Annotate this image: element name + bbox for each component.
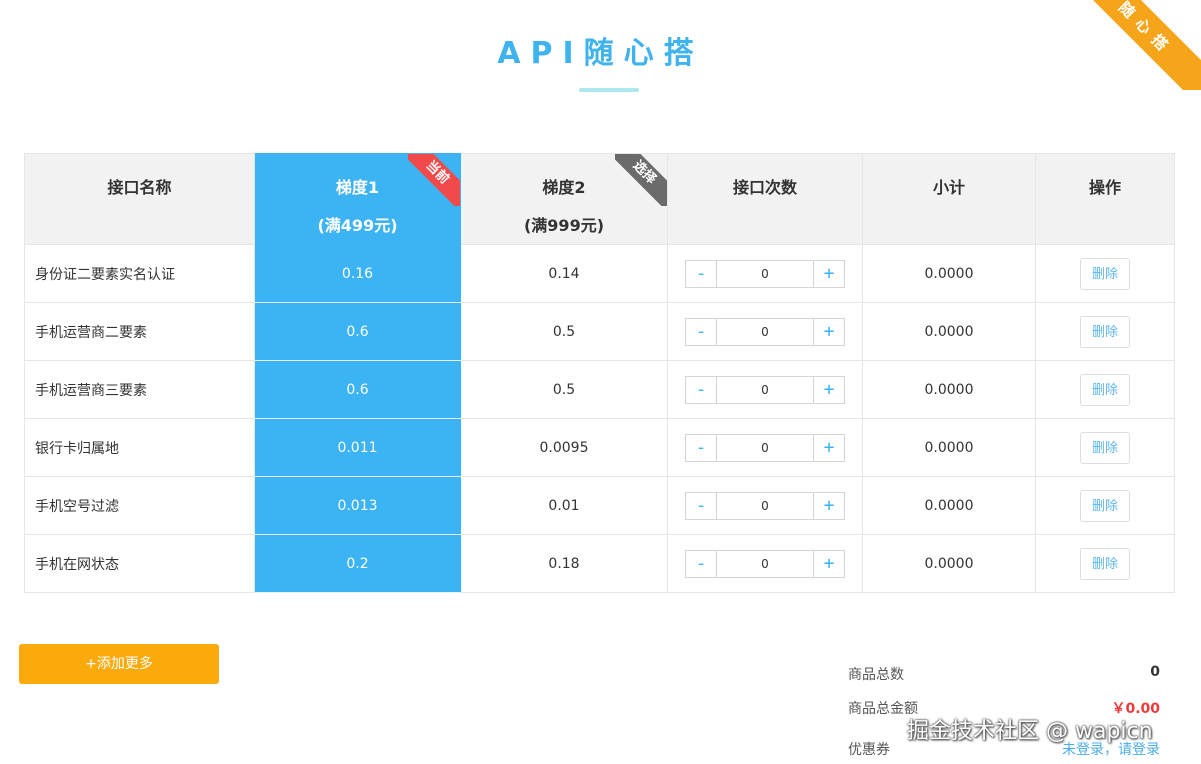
delete-button[interactable]: 删除 [1080,547,1130,580]
api-name: 手机空号过滤 [24,476,255,535]
decrement-button[interactable]: - [686,550,717,577]
quantity-input[interactable] [717,492,813,519]
action-cell: 删除 [1035,360,1175,419]
delete-button[interactable]: 删除 [1080,489,1130,522]
api-name: 银行卡归属地 [24,418,255,477]
subtotal: 0.0000 [862,244,1036,303]
quantity-stepper: - + [685,549,845,578]
col-header-action: 操作 [1035,153,1175,245]
count-cell: - + [667,476,863,535]
corner-ribbon-label: 随心搭 [1091,0,1201,90]
tier2-price: 0.14 [460,244,668,303]
tier2-price: 0.01 [460,476,668,535]
action-cell: 删除 [1035,244,1175,303]
api-pricing-table: 接口名称 梯度1 (满499元) 当前 梯度2 (满999元) 选择 接口次数 … [24,153,1175,593]
api-name: 手机在网状态 [24,534,255,593]
tier1-price: 0.16 [254,244,461,303]
quantity-stepper: - + [685,491,845,520]
table-row: 银行卡归属地 0.011 0.0095 - + 0.0000 删除 [24,418,1175,477]
action-cell: 删除 [1035,302,1175,361]
api-name: 身份证二要素实名认证 [24,244,255,303]
increment-button[interactable]: + [813,318,844,345]
tier1-price: 0.011 [254,418,461,477]
action-cell: 删除 [1035,418,1175,477]
tier1-price: 0.013 [254,476,461,535]
action-cell: 删除 [1035,476,1175,535]
quantity-input[interactable] [717,318,813,345]
col-header-tier1[interactable]: 梯度1 (满499元) 当前 [254,153,461,245]
col-header-subtotal: 小计 [862,153,1036,245]
quantity-input[interactable] [717,550,813,577]
increment-button[interactable]: + [813,376,844,403]
col-header-tier2[interactable]: 梯度2 (满999元) 选择 [460,153,668,245]
quantity-input[interactable] [717,260,813,287]
increment-button[interactable]: + [813,492,844,519]
delete-button[interactable]: 删除 [1080,373,1130,406]
tier2-price: 0.5 [460,360,668,419]
tier1-price: 0.2 [254,534,461,593]
subtotal: 0.0000 [862,476,1036,535]
count-cell: - + [667,360,863,419]
decrement-button[interactable]: - [686,434,717,461]
tier2-price: 0.5 [460,302,668,361]
quantity-stepper: - + [685,433,845,462]
quantity-stepper: - + [685,317,845,346]
decrement-button[interactable]: - [686,376,717,403]
increment-button[interactable]: + [813,260,844,287]
tier2-price: 0.0095 [460,418,668,477]
quantity-stepper: - + [685,259,845,288]
tier2-price: 0.18 [460,534,668,593]
decrement-button[interactable]: - [686,260,717,287]
page-title: API随心搭 [497,36,704,71]
decrement-button[interactable]: - [686,318,717,345]
quantity-stepper: - + [685,375,845,404]
delete-button[interactable]: 删除 [1080,431,1130,464]
total-items-label: 商品总数 [848,667,904,683]
count-cell: - + [667,244,863,303]
select-badge[interactable]: 选择 [615,154,667,206]
table-row: 手机运营商三要素 0.6 0.5 - + 0.0000 删除 [24,360,1175,419]
action-cell: 删除 [1035,534,1175,593]
api-name: 手机运营商二要素 [24,302,255,361]
corner-ribbon: 随心搭 [1091,0,1201,90]
decrement-button[interactable]: - [686,492,717,519]
count-cell: - + [667,302,863,361]
count-cell: - + [667,534,863,593]
table-row: 手机在网状态 0.2 0.18 - + 0.0000 删除 [24,534,1175,593]
delete-button[interactable]: 删除 [1080,257,1130,290]
coupon-label: 优惠券 [848,742,890,758]
watermark: 掘金技术社区 @ wapicn [907,719,1153,744]
increment-button[interactable]: + [813,434,844,461]
total-items-value: 0 [1150,664,1160,680]
current-badge: 当前 [408,154,460,206]
subtotal: 0.0000 [862,534,1036,593]
quantity-input[interactable] [717,376,813,403]
api-name: 手机运营商三要素 [24,360,255,419]
table-row: 身份证二要素实名认证 0.16 0.14 - + 0.0000 删除 [24,244,1175,303]
tier1-price: 0.6 [254,302,461,361]
col-header-name: 接口名称 [24,153,255,245]
subtotal: 0.0000 [862,302,1036,361]
title-underline [579,88,639,92]
col-header-count: 接口次数 [667,153,863,245]
add-more-button[interactable]: +添加更多 [19,644,219,684]
quantity-input[interactable] [717,434,813,461]
subtotal: 0.0000 [862,360,1036,419]
table-row: 手机运营商二要素 0.6 0.5 - + 0.0000 删除 [24,302,1175,361]
count-cell: - + [667,418,863,477]
tier1-price: 0.6 [254,360,461,419]
delete-button[interactable]: 删除 [1080,315,1130,348]
subtotal: 0.0000 [862,418,1036,477]
table-header-row: 接口名称 梯度1 (满499元) 当前 梯度2 (满999元) 选择 接口次数 … [24,153,1175,245]
increment-button[interactable]: + [813,550,844,577]
table-row: 手机空号过滤 0.013 0.01 - + 0.0000 删除 [24,476,1175,535]
